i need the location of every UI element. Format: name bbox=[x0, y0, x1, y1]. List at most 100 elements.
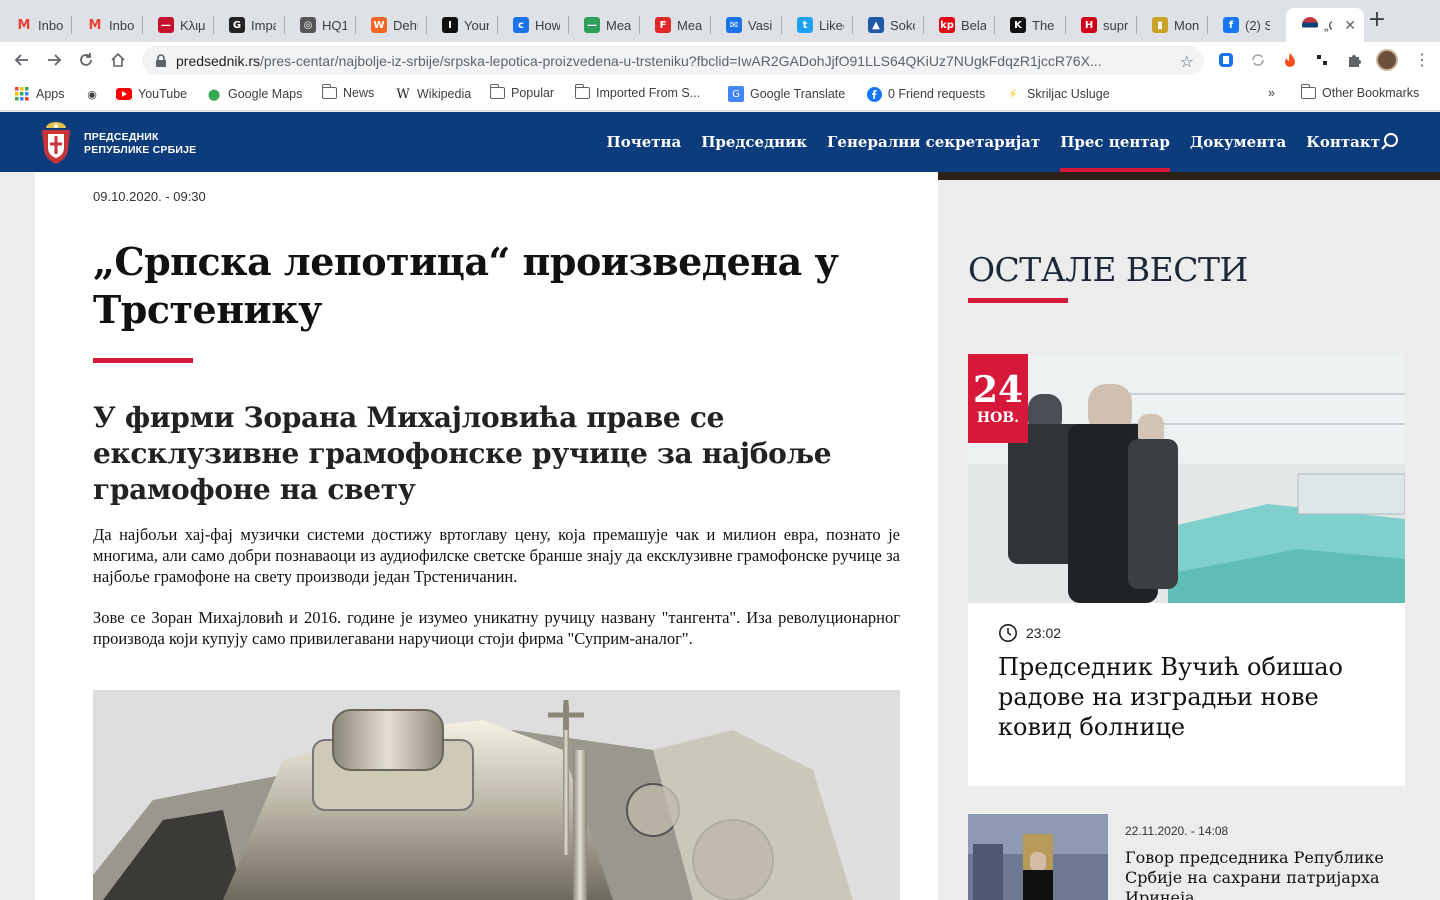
news-title[interactable]: Говор председника Републике Србије на са… bbox=[1125, 848, 1395, 900]
serbia-flag-icon bbox=[1302, 17, 1318, 33]
browser-tab[interactable]: ▮ Monc bbox=[1136, 8, 1207, 42]
facebook-icon bbox=[866, 86, 882, 102]
news-thumbnail[interactable] bbox=[968, 814, 1108, 900]
back-icon[interactable] bbox=[10, 48, 34, 72]
browser-menu-icon[interactable]: ⋮ bbox=[1414, 50, 1430, 69]
bookmark-item[interactable]: G Google Translate bbox=[728, 86, 845, 102]
browser-tab[interactable]: W Dehu bbox=[355, 8, 426, 42]
news-list-item[interactable]: 22.11.2020. - 14:08 Говор председника Ре… bbox=[968, 814, 1405, 900]
globe-icon: ◎ bbox=[300, 17, 316, 33]
fire-extension-icon[interactable] bbox=[1282, 52, 1298, 68]
site-icon: ▮ bbox=[1152, 17, 1168, 33]
bookmark-item[interactable]: Apps bbox=[14, 86, 65, 102]
site-icon: c bbox=[513, 17, 529, 33]
nav-item-1[interactable]: Председник bbox=[691, 112, 817, 172]
nav-item-0[interactable]: Почетна bbox=[597, 112, 692, 172]
tab-title: supre bbox=[1103, 17, 1128, 33]
profile-avatar[interactable] bbox=[1376, 49, 1398, 71]
tab-title: The S bbox=[1032, 17, 1057, 33]
browser-tab[interactable]: G Impac bbox=[213, 8, 284, 42]
browser-tab[interactable]: „С ✕ bbox=[1286, 8, 1364, 42]
browser-tab[interactable]: M Inbox bbox=[71, 8, 142, 42]
browser-tab[interactable]: ▲ Soko bbox=[852, 8, 923, 42]
site-icon: K bbox=[1010, 17, 1026, 33]
browser-tab[interactable]: c How bbox=[497, 8, 568, 42]
bookmark-item[interactable]: ◉ bbox=[84, 86, 100, 102]
nav-item-3[interactable]: Прес центар bbox=[1050, 112, 1180, 172]
nav-item-2[interactable]: Генерални секретаријат bbox=[817, 112, 1050, 172]
folder-icon bbox=[489, 84, 505, 99]
sidebar-heading-underline bbox=[968, 298, 1068, 303]
browser-tab-strip: M Inbox M Inbox — Κλιμα G Impac ◎ HQ12 W Dehu I Young… bbox=[0, 0, 1440, 42]
browser-tab[interactable]: kp Bela bbox=[923, 8, 994, 42]
other-bookmarks-label: Other Bookmarks bbox=[1322, 86, 1420, 100]
bookmark-item[interactable]: Imported From S... bbox=[574, 84, 700, 100]
featured-news-title[interactable]: Председник Вучић обишао радове на изград… bbox=[998, 652, 1378, 742]
other-bookmarks-folder[interactable]: Other Bookmarks bbox=[1300, 84, 1420, 100]
browser-tab[interactable]: ✉ Vasin bbox=[710, 8, 781, 42]
extensions-puzzle-icon[interactable] bbox=[1346, 52, 1362, 68]
bookmark-star-icon[interactable]: ☆ bbox=[1180, 52, 1194, 71]
clock-icon bbox=[999, 624, 1017, 642]
new-tab-button[interactable]: + bbox=[1366, 9, 1388, 32]
tab-title: Inbox bbox=[109, 17, 134, 33]
browser-tab[interactable]: M Inbox bbox=[0, 8, 71, 42]
folder-icon bbox=[321, 84, 337, 99]
tab-title: „С bbox=[1324, 17, 1332, 33]
bookmark-item[interactable]: ⬤ Google Maps bbox=[206, 86, 303, 102]
puzzle-extension-icon[interactable] bbox=[1314, 52, 1330, 68]
tab-close-icon[interactable]: ✕ bbox=[1344, 17, 1356, 34]
bookmark-item[interactable]: Popular bbox=[489, 84, 554, 100]
bookmarks-overflow-button[interactable]: » bbox=[1268, 86, 1275, 100]
forward-icon[interactable] bbox=[42, 48, 66, 72]
featured-date-badge: 24 НОВ. bbox=[968, 354, 1028, 443]
flipboard-icon: F bbox=[655, 17, 671, 33]
featured-month: НОВ. bbox=[976, 410, 1020, 426]
logo-line-1: ПРЕДСЕДНИК bbox=[84, 131, 159, 143]
address-bar[interactable]: predsednik.rs/pres-centar/najbolje-iz-sr… bbox=[142, 46, 1204, 75]
extension-icon[interactable] bbox=[1218, 52, 1234, 68]
folder-icon bbox=[574, 84, 590, 99]
apps-grid-icon bbox=[14, 86, 30, 102]
tab-title: Young bbox=[464, 17, 489, 33]
article-photo[interactable] bbox=[93, 690, 900, 900]
featured-news-photo[interactable]: 24 НОВ. bbox=[968, 354, 1405, 603]
nav-item-5[interactable]: Контакт bbox=[1296, 112, 1390, 172]
browser-tab[interactable]: t Liked bbox=[781, 8, 852, 42]
reload-icon[interactable] bbox=[74, 48, 98, 72]
bookmark-item[interactable]: W Wikipedia bbox=[395, 86, 471, 102]
search-icon[interactable] bbox=[1380, 132, 1400, 152]
browser-tab[interactable]: I Young bbox=[426, 8, 497, 42]
browser-tab[interactable]: — Meac bbox=[568, 8, 639, 42]
bookmark-item[interactable]: YouTube bbox=[116, 86, 187, 102]
bookmark-item[interactable]: News bbox=[321, 84, 374, 100]
coat-of-arms-logo[interactable] bbox=[36, 120, 76, 166]
logo-text[interactable]: ПРЕДСЕДНИК РЕПУБЛИКЕ СРБИЈЕ bbox=[84, 131, 196, 157]
browser-toolbar: predsednik.rs/pres-centar/najbolje-iz-sr… bbox=[0, 42, 1440, 78]
bolt-icon: ⚡ bbox=[1008, 87, 1018, 101]
bookmark-label: Google Translate bbox=[750, 87, 846, 101]
browser-tab[interactable]: Hsupre bbox=[1065, 8, 1136, 42]
grammarly-icon: G bbox=[229, 17, 245, 33]
news-date: 22.11.2020. - 14:08 bbox=[1125, 824, 1229, 838]
bookmark-item[interactable]: 0 Friend requests bbox=[866, 86, 985, 102]
sync-icon[interactable] bbox=[1250, 52, 1266, 68]
youtube-icon bbox=[116, 86, 132, 102]
globe-icon: ◉ bbox=[87, 87, 97, 101]
tab-title: Inbox bbox=[38, 17, 63, 33]
banner-image-strip bbox=[938, 172, 1440, 180]
bookmark-item[interactable]: ⚡ Skriljac Usluge bbox=[1005, 86, 1110, 102]
browser-tab[interactable]: K The S bbox=[994, 8, 1065, 42]
lock-icon[interactable] bbox=[154, 53, 168, 68]
browser-tab[interactable]: f (2) Su bbox=[1207, 8, 1278, 42]
bookmark-label: 0 Friend requests bbox=[888, 87, 986, 101]
featured-news-card[interactable]: 24 НОВ. 23:02 Председник Вучић обишао ра… bbox=[968, 354, 1405, 786]
browser-tab[interactable]: ◎ HQ12 bbox=[284, 8, 355, 42]
kp-icon: kp bbox=[939, 17, 955, 33]
nav-item-4[interactable]: Документа bbox=[1180, 112, 1296, 172]
site-icon: H bbox=[1081, 17, 1097, 33]
browser-tab[interactable]: F Meac bbox=[639, 8, 710, 42]
browser-tab[interactable]: — Κλιμα bbox=[142, 8, 213, 42]
home-icon[interactable] bbox=[106, 48, 130, 72]
tab-title: Vasin bbox=[748, 17, 773, 33]
